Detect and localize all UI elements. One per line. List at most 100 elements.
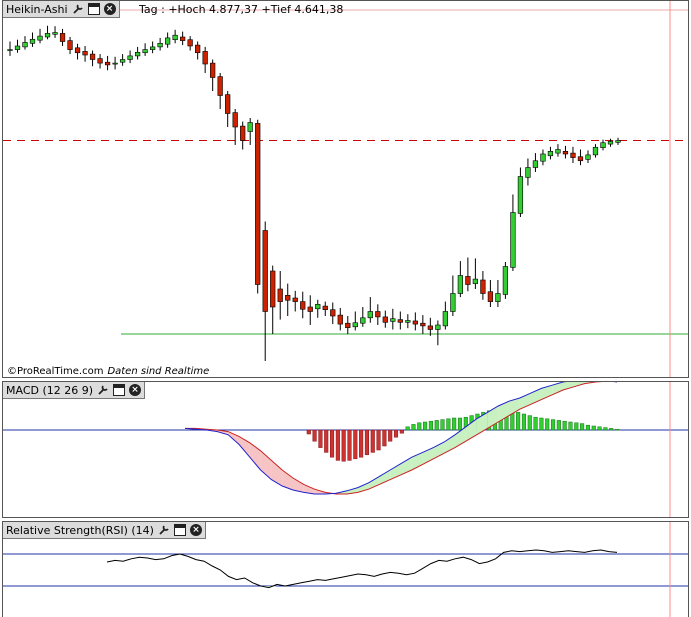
candle-body [255, 123, 261, 285]
window-icon[interactable] [87, 3, 100, 15]
macd-histogram-bar [440, 419, 445, 431]
macd-histogram-bar [399, 429, 404, 434]
macd-histogram-bar [335, 429, 340, 461]
macd-histogram-bar [580, 423, 585, 431]
candle-body [240, 125, 246, 141]
candle-body [82, 51, 88, 56]
candle-body [337, 314, 343, 325]
macd-histogram-bar [341, 429, 346, 462]
candle-body [420, 322, 426, 327]
candle-body [502, 266, 509, 295]
close-icon[interactable]: × [103, 3, 116, 15]
candle-body [600, 142, 606, 148]
candle-body [352, 322, 358, 328]
signal-line [185, 382, 603, 495]
candle-body [390, 318, 396, 322]
candle-body [217, 76, 223, 96]
candle-body [165, 37, 171, 45]
candle-body [540, 153, 546, 162]
candle-body [397, 319, 403, 323]
macd-histogram-bar [585, 424, 590, 431]
macd-histogram-bar [329, 429, 335, 458]
candle-body [247, 122, 253, 132]
macd-histogram-bar [516, 412, 521, 431]
candle-body [300, 301, 306, 310]
close-icon[interactable]: × [189, 524, 202, 536]
candle-body [315, 303, 321, 310]
price-chart-panel: Heikin-Ashi × Tag : +Hoch 4.877,37 +Tief… [2, 0, 689, 378]
candle-body [532, 160, 539, 168]
rsi-line [106, 549, 618, 589]
candle-body [570, 152, 576, 158]
candle-body [360, 317, 366, 324]
macd-line [184, 382, 617, 495]
candle-body [405, 320, 411, 323]
candle-body [119, 59, 126, 63]
candle-body [89, 53, 96, 60]
macd-histogram-bar [527, 415, 532, 431]
candle-body [382, 316, 388, 323]
candle-body [562, 151, 569, 155]
candle-body [157, 42, 163, 48]
macd-histogram-bar [521, 413, 527, 431]
macd-histogram-bar [359, 429, 364, 458]
candle-body [547, 151, 554, 157]
candle-body [330, 309, 336, 317]
window-icon[interactable] [113, 384, 126, 396]
macd-histogram-bar [318, 429, 323, 448]
candle-body [195, 44, 201, 54]
wrench-icon[interactable] [72, 3, 84, 15]
main-chart-title: Heikin-Ashi [6, 2, 68, 16]
price-chart-plot [3, 1, 688, 377]
candle-body [180, 36, 186, 41]
candle-body [292, 297, 298, 302]
wrench-icon[interactable] [97, 384, 109, 396]
candle-body [67, 40, 73, 50]
candle-body [232, 112, 238, 128]
macd-histogram-bar [324, 429, 329, 453]
macd-histogram-bar [388, 429, 393, 442]
candle-body [495, 293, 501, 302]
candle-body [517, 176, 524, 214]
candle-body [457, 275, 463, 294]
candle-body [607, 141, 614, 145]
macd-histogram-bar [452, 417, 457, 431]
macd-histogram-bar [353, 429, 358, 460]
candle-body [307, 306, 313, 312]
candle-body [29, 38, 36, 44]
copyright-label: ©ProRealTime.com Daten sind Realtime [7, 366, 209, 377]
macd-histogram-bar [312, 429, 317, 442]
macd-histogram-bar [370, 429, 375, 453]
candle-body [615, 140, 621, 143]
macd-histogram-bar [446, 418, 451, 431]
macd-histogram-bar [568, 421, 573, 431]
window-icon[interactable] [173, 524, 186, 536]
wrench-icon[interactable] [158, 524, 170, 536]
close-icon[interactable]: × [129, 384, 142, 396]
macd-histogram-bar [457, 417, 463, 431]
candle-body [450, 293, 456, 312]
candle-body [52, 32, 58, 35]
candle-body [427, 325, 433, 330]
candle-body [127, 55, 133, 60]
candle-body [577, 156, 584, 162]
macd-histogram-bar [603, 427, 608, 431]
candle-body [487, 291, 494, 302]
candle-body [442, 311, 448, 327]
candle-body [412, 320, 418, 325]
candle-body [480, 279, 486, 294]
candle-body [270, 270, 276, 308]
macd-histogram-bar [376, 429, 381, 451]
macd-histogram-bar [411, 424, 416, 431]
rsi-header: Relative Strength(RSI) (14) × [3, 522, 206, 539]
candle-body [104, 61, 111, 66]
candle-body [149, 46, 156, 50]
macd-panel: MACD (12 26 9) × [2, 381, 689, 518]
candle-body [210, 62, 216, 78]
copyright-text: ©ProRealTime.com [7, 366, 104, 377]
macd-histogram-bar [428, 420, 433, 431]
macd-histogram-bar [393, 429, 399, 438]
macd-histogram-bar [550, 419, 556, 431]
high-low-info: Tag : +Hoch 4.877,37 +Tief 4.641,38 [139, 3, 344, 16]
macd-histogram-bar [533, 416, 538, 431]
